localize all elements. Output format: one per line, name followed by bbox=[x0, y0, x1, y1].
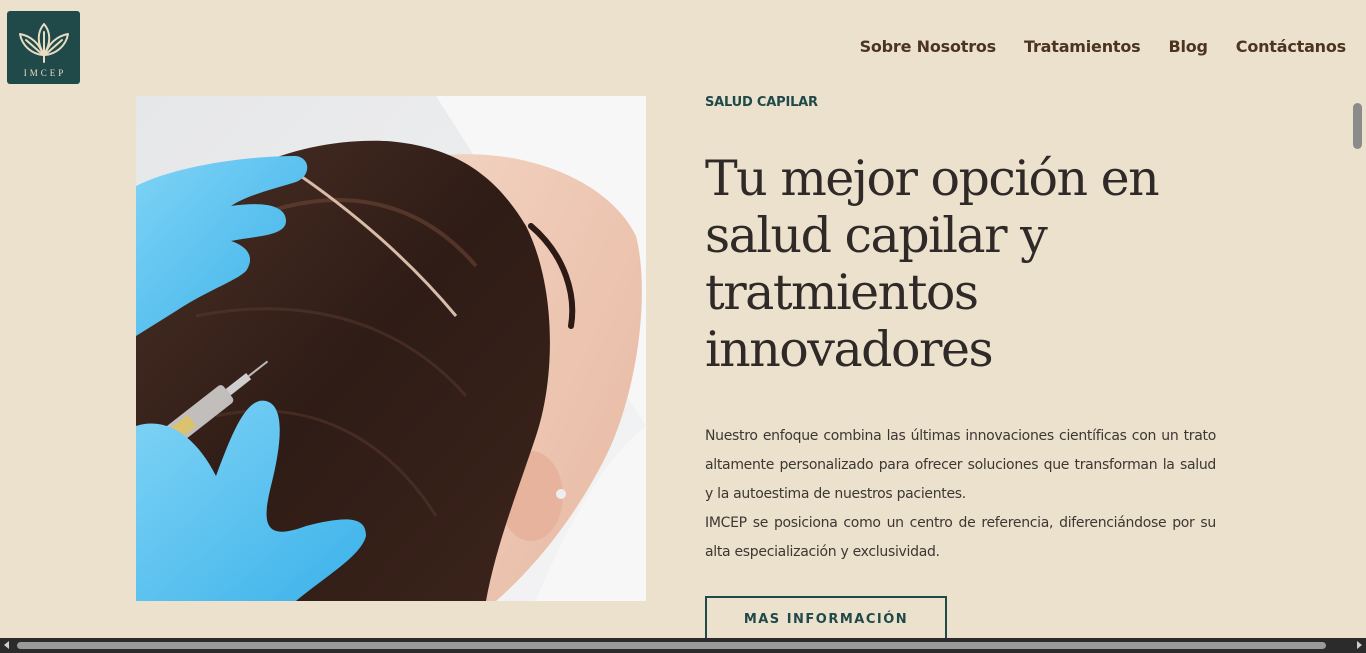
hair-treatment-image bbox=[136, 96, 646, 601]
nav-link-contactanos[interactable]: Contáctanos bbox=[1236, 37, 1346, 56]
section-eyebrow: SALUD CAPILAR bbox=[705, 95, 818, 110]
nav-link-tratamientos[interactable]: Tratamientos bbox=[1024, 37, 1141, 56]
horizontal-scrollbar-thumb[interactable] bbox=[17, 642, 1326, 649]
nav-link-blog[interactable]: Blog bbox=[1168, 37, 1208, 56]
hero-description: Nuestro enfoque combina las últimas inno… bbox=[705, 422, 1216, 567]
hero-headline: Tu mejor opción en salud capilar y tratm… bbox=[705, 150, 1160, 378]
vertical-scrollbar[interactable] bbox=[1349, 0, 1366, 638]
horizontal-scrollbar[interactable] bbox=[0, 638, 1366, 653]
nav-link-sobre-nosotros[interactable]: Sobre Nosotros bbox=[860, 37, 997, 56]
logo-text: IMCEP bbox=[23, 68, 67, 78]
scroll-right-arrow-icon[interactable] bbox=[1357, 641, 1362, 649]
vertical-scrollbar-thumb[interactable] bbox=[1353, 103, 1362, 149]
description-paragraph-2: IMCEP se posiciona como un centro de ref… bbox=[705, 515, 1216, 560]
hero-content: SALUD CAPILAR Tu mejor opción en salud c… bbox=[705, 94, 1216, 567]
page: IMCEP Sobre Nosotros Tratamientos Blog C… bbox=[0, 0, 1366, 653]
description-paragraph-1: Nuestro enfoque combina las últimas inno… bbox=[705, 428, 1216, 502]
main-nav: Sobre Nosotros Tratamientos Blog Contáct… bbox=[860, 37, 1347, 56]
logo[interactable]: IMCEP bbox=[7, 11, 80, 84]
lotus-leaf-icon bbox=[18, 23, 69, 63]
hair-treatment-photo bbox=[136, 96, 646, 601]
scroll-left-arrow-icon[interactable] bbox=[4, 641, 9, 649]
